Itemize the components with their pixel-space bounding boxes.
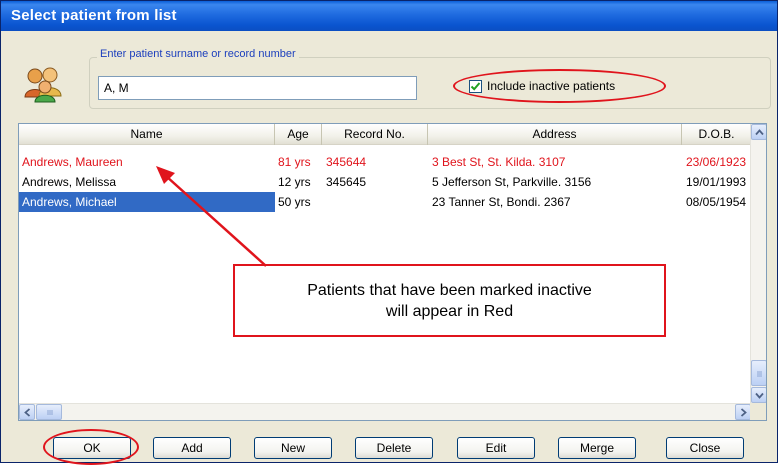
table-row[interactable]: Andrews, Maureen 81 yrs 345644 3 Best St… (19, 152, 751, 172)
delete-button[interactable]: Delete (355, 437, 433, 459)
cell-age: 12 yrs (278, 175, 311, 189)
include-inactive-checkbox[interactable]: Include inactive patients (469, 77, 615, 95)
scrollbar-corner (750, 403, 766, 420)
search-legend: Enter patient surname or record number (97, 48, 299, 60)
cell-name: Andrews, Michael (19, 192, 275, 212)
cell-dob: 19/01/1993 (686, 175, 747, 189)
cell-name: Andrews, Melissa (22, 175, 117, 189)
checkmark-icon (470, 81, 481, 91)
column-header-record[interactable]: Record No. (322, 124, 428, 145)
table-row[interactable]: Andrews, Michael 50 yrs 23 Tanner St, Bo… (19, 192, 751, 212)
cell-address: 5 Jefferson St, Parkville. 3156 (432, 175, 592, 189)
chevron-down-icon (754, 392, 764, 399)
ok-button[interactable]: OK (53, 437, 131, 459)
chevron-up-icon (754, 128, 764, 135)
column-header-name[interactable]: Name (19, 124, 275, 145)
cell-age: 81 yrs (278, 155, 311, 169)
patient-search-input[interactable] (98, 76, 417, 100)
cell-name: Andrews, Maureen (22, 155, 123, 169)
vertical-scrollbar[interactable] (750, 124, 766, 404)
merge-button[interactable]: Merge (558, 437, 636, 459)
cell-record: 345645 (326, 175, 367, 189)
checkbox-box[interactable] (469, 79, 482, 93)
column-header-dob[interactable]: D.O.B. (682, 124, 751, 145)
list-header: Name Age Record No. Address D.O.B. (19, 124, 751, 145)
add-button[interactable]: Add (153, 437, 231, 459)
cell-age: 50 yrs (278, 195, 311, 209)
chevron-left-icon (23, 407, 30, 417)
window-title: Select patient from list (1, 1, 777, 31)
chevron-right-icon (740, 407, 747, 417)
cell-dob: 23/06/1923 (686, 155, 747, 169)
grip-icon (756, 371, 762, 376)
grip-icon (47, 409, 52, 415)
scroll-right-button[interactable] (735, 404, 751, 420)
cell-record: 345644 (326, 155, 367, 169)
include-inactive-label: Include inactive patients (487, 79, 616, 93)
scroll-thumb[interactable] (751, 360, 766, 386)
column-header-age[interactable]: Age (275, 124, 322, 145)
select-patient-dialog: Select patient from list Enter patient s… (0, 0, 778, 465)
edit-button[interactable]: Edit (457, 437, 535, 459)
scroll-down-button[interactable] (751, 387, 766, 403)
scroll-left-button[interactable] (19, 404, 35, 420)
cell-dob: 08/05/1954 (686, 195, 747, 209)
patients-group-icon (23, 63, 63, 103)
table-row[interactable]: Andrews, Melissa 12 yrs 345645 5 Jeffers… (19, 172, 751, 192)
scroll-up-button[interactable] (751, 124, 766, 140)
cell-address: 3 Best St, St. Kilda. 3107 (432, 155, 566, 169)
cell-address: 23 Tanner St, Bondi. 2367 (432, 195, 571, 209)
new-button[interactable]: New (254, 437, 332, 459)
column-header-address[interactable]: Address (428, 124, 682, 145)
horizontal-scroll-thumb[interactable] (36, 404, 62, 420)
close-button[interactable]: Close (666, 437, 744, 459)
horizontal-scrollbar[interactable] (19, 403, 751, 420)
annotation-callout: Patients that have been marked inactive … (233, 264, 666, 337)
cell-record (326, 192, 426, 212)
